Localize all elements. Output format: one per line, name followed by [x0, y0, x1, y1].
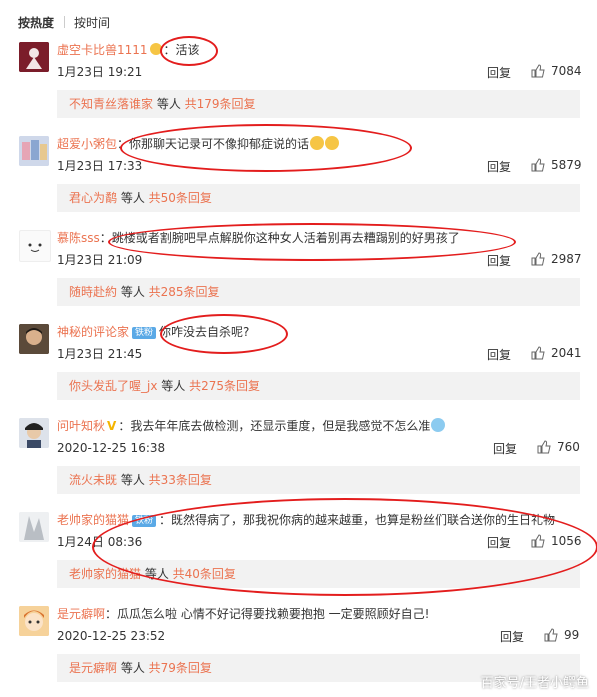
sub-reply-count[interactable]: 共40条回复: [173, 567, 236, 581]
sub-reply-etc: 等人: [153, 97, 185, 111]
tab-divider: [64, 16, 65, 28]
avatar[interactable]: [19, 512, 49, 542]
thumb-up-icon[interactable]: [537, 440, 551, 454]
sub-reply-count[interactable]: 共50条回复: [149, 191, 212, 205]
reply-button[interactable]: 回复: [493, 440, 517, 457]
comment-username[interactable]: 慕陈sss: [57, 231, 100, 245]
reply-button[interactable]: 回复: [487, 252, 511, 269]
comment-username[interactable]: 老帅家的猫猫: [57, 513, 129, 527]
like-count: 1056: [551, 534, 582, 548]
sub-reply-etc: 等人: [157, 379, 190, 393]
sub-reply-user[interactable]: 是元癖啊: [69, 661, 117, 675]
thumb-up-icon[interactable]: [531, 252, 545, 266]
iron-fan-badge: 铁粉: [132, 327, 157, 339]
sub-reply-user[interactable]: 你头发乱了喔_jx: [69, 379, 157, 393]
thumb-up-icon[interactable]: [531, 64, 545, 78]
avatar[interactable]: [19, 136, 49, 166]
comment-text: ：我去年年底去做检测，还显示重度，但是我感觉不怎么准: [118, 419, 431, 433]
thumb-up-icon[interactable]: [531, 534, 545, 548]
reply-button[interactable]: 回复: [487, 346, 511, 363]
sub-reply-count[interactable]: 共285条回复: [149, 285, 220, 299]
sub-replies[interactable]: 随時赴約 等人 共285条回复: [57, 278, 580, 306]
watermark: 百家号/王者小鳄鱼: [480, 676, 589, 691]
sort-tabs: 按热度 按时间: [0, 0, 597, 36]
comment-date: 2020-12-25 23:52: [57, 629, 166, 643]
comment-username[interactable]: 超爱小粥包: [57, 137, 117, 151]
sub-replies[interactable]: 君心为鹬 等人 共50条回复: [57, 184, 580, 212]
smile-emoji-icon: [310, 136, 325, 150]
comment-text: ：跳楼或者割腕吧早点解脱你这种女人活着别再去糟蹋别的好男孩了: [99, 231, 460, 245]
comment-text: ：活该: [163, 43, 200, 57]
thumb-up-icon[interactable]: [531, 346, 545, 360]
comment-date: 2020-12-25 16:38: [57, 441, 166, 455]
sub-reply-user[interactable]: 流火未既: [69, 473, 117, 487]
sub-replies[interactable]: 老帅家的猫猫 等人 共40条回复: [57, 560, 580, 588]
comment-date: 1月23日 19:21: [57, 65, 143, 79]
reply-button[interactable]: 回复: [500, 628, 524, 645]
avatar[interactable]: [19, 42, 49, 72]
comment-date: 1月23日 21:09: [57, 253, 143, 267]
thumb-up-icon[interactable]: [531, 158, 545, 172]
fan-badge-icon: [149, 43, 162, 55]
iron-fan-badge: 铁粉: [132, 515, 157, 527]
sub-reply-count[interactable]: 共33条回复: [149, 473, 212, 487]
sub-replies[interactable]: 不知青丝落谁家 等人 共179条回复: [57, 90, 580, 118]
avatar[interactable]: [19, 418, 49, 448]
avatar[interactable]: [19, 606, 49, 636]
smile-emoji-icon: [325, 136, 340, 150]
sub-replies[interactable]: 流火未既 等人 共33条回复: [57, 466, 580, 494]
sub-reply-count[interactable]: 共275条回复: [189, 379, 260, 393]
comment-text: ：瓜瓜怎么啦 心情不好记得要找赖要抱抱 一定要照顾好自己!: [105, 607, 430, 621]
comment-username[interactable]: 虚空卡比兽1111: [57, 43, 148, 57]
comment-date: 1月23日 17:33: [57, 159, 143, 173]
comment-text: ：你那聊天记录可不像抑郁症说的话: [117, 137, 310, 151]
laugh-emoji-icon: [431, 418, 446, 432]
sub-reply-count[interactable]: 共179条回复: [185, 97, 256, 111]
comment-date: 1月23日 21:45: [57, 347, 143, 361]
comment-text: ：既然得病了，那我祝你病的越来越重，也算是粉丝们联合送你的生日礼物: [159, 513, 556, 527]
comment-text: 你咋没去自杀呢?: [159, 325, 250, 339]
comment-username[interactable]: 问叶知秋: [57, 419, 105, 433]
tab-hot[interactable]: 按热度: [18, 14, 54, 31]
reply-button[interactable]: 回复: [487, 158, 511, 175]
like-count: 7084: [551, 64, 582, 78]
comment-date: 1月24日 08:36: [57, 535, 143, 549]
like-count: 99: [564, 628, 580, 642]
verified-v-icon: V: [107, 419, 117, 433]
comment-username[interactable]: 神秘的评论家: [57, 325, 129, 339]
reply-button[interactable]: 回复: [487, 534, 511, 551]
sub-reply-etc: 等人: [117, 661, 149, 675]
sub-reply-etc: 等人: [117, 473, 149, 487]
sub-reply-etc: 等人: [117, 191, 149, 205]
comment-username[interactable]: 是元癖啊: [57, 607, 105, 621]
sub-reply-user[interactable]: 老帅家的猫猫: [69, 567, 141, 581]
sub-reply-user[interactable]: 不知青丝落谁家: [69, 97, 153, 111]
sub-reply-etc: 等人: [141, 567, 173, 581]
sub-reply-count[interactable]: 共79条回复: [149, 661, 212, 675]
like-count: 2041: [551, 346, 582, 360]
sub-reply-user[interactable]: 随時赴約: [69, 285, 117, 299]
sub-reply-user[interactable]: 君心为鹬: [69, 191, 117, 205]
sub-replies[interactable]: 你头发乱了喔_jx 等人 共275条回复: [57, 372, 580, 400]
like-count: 5879: [551, 158, 582, 172]
avatar[interactable]: [19, 230, 51, 262]
like-count: 760: [557, 440, 580, 454]
like-count: 2987: [551, 252, 582, 266]
tab-time[interactable]: 按时间: [74, 14, 110, 31]
reply-button[interactable]: 回复: [487, 64, 511, 81]
avatar[interactable]: [19, 324, 49, 354]
thumb-up-icon[interactable]: [544, 628, 558, 642]
sub-reply-etc: 等人: [117, 285, 149, 299]
